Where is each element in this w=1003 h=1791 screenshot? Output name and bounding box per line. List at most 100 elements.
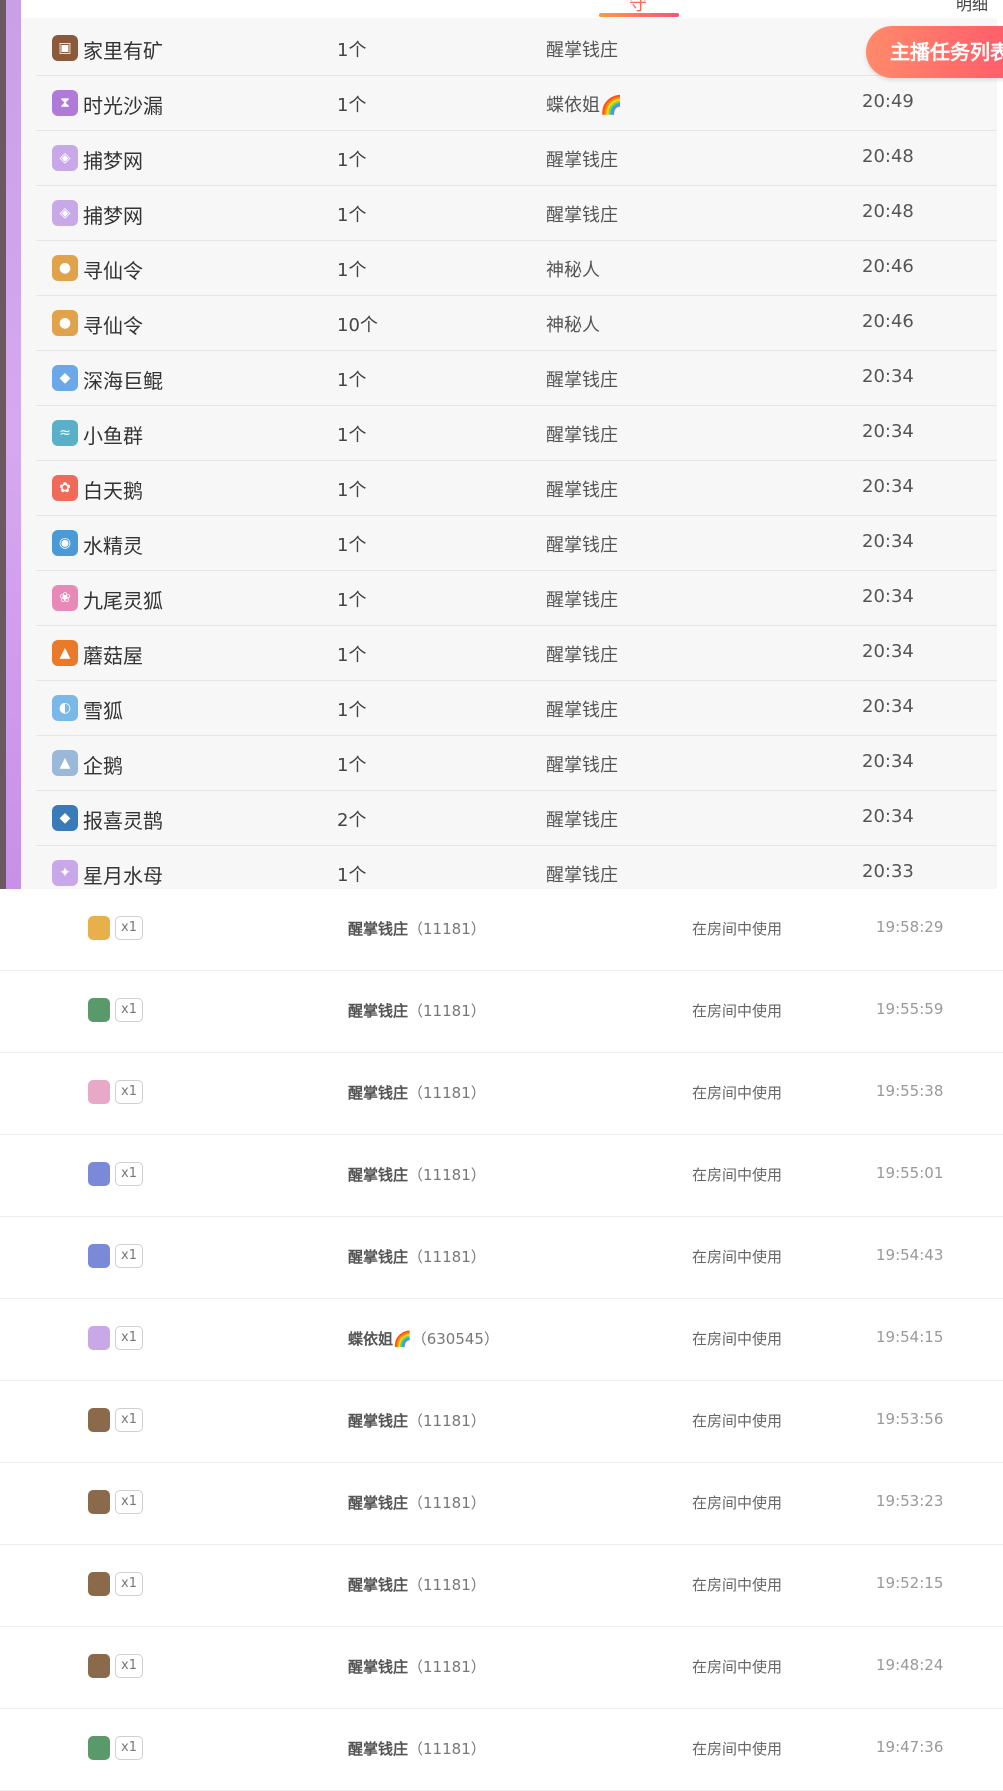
log-row[interactable]: x1 蝶依姐🌈（630545） 在房间中使用 19:54:15 (0, 1299, 1003, 1381)
log-row[interactable]: x1 醒掌钱庄（11181） 在房间中使用 19:55:01 (0, 1135, 1003, 1217)
gift-row[interactable]: ▣ 家里有矿 1个 醒掌钱庄 (36, 21, 997, 76)
gift-row[interactable]: ◈ 捕梦网 1个 醒掌钱庄 20:48 (36, 186, 997, 241)
item-count-badge: x1 (115, 1654, 143, 1678)
gift-qty: 1个 (337, 95, 367, 116)
log-user-name: 醒掌钱庄 (348, 1248, 409, 1266)
log-row[interactable]: x1 醒掌钱庄（11181） 在房间中使用 19:55:59 (0, 971, 1003, 1053)
log-user: 醒掌钱庄（11181） (348, 1410, 486, 1431)
log-row[interactable]: x1 醒掌钱庄（11181） 在房间中使用 19:53:56 (0, 1381, 1003, 1463)
castle-icon (88, 1244, 110, 1268)
gift-qty: 1个 (337, 535, 367, 556)
mushroom-house-icon: ▲ (52, 640, 78, 666)
streamer-task-list-button[interactable]: 主播任务列表 (866, 26, 1003, 78)
gift-row[interactable]: ✿ 白天鹅 1个 醒掌钱庄 20:34 (36, 461, 997, 516)
gift-name: 时光沙漏 (83, 94, 163, 118)
gift-name: 九尾灵狐 (83, 589, 163, 613)
item-count-badge: x1 (115, 1326, 143, 1350)
log-action: 在房间中使用 (692, 1248, 783, 1266)
gift-sender: 醒掌钱庄 (546, 590, 618, 611)
log-row[interactable]: x1 醒掌钱庄（11181） 在房间中使用 19:47:36 (0, 1709, 1003, 1791)
item-count-badge: x1 (115, 998, 143, 1022)
item-count-badge: x1 (115, 1490, 143, 1514)
gift-row[interactable]: ◆ 报喜灵鹊 2个 醒掌钱庄 20:34 (36, 791, 997, 846)
gift-sender: 蝶依姐🌈 (546, 95, 623, 116)
treasure-chest-icon (88, 1490, 110, 1514)
item-count-badge: x1 (115, 916, 143, 940)
gift-row[interactable]: ● 寻仙令 10个 神秘人 20:46 (36, 296, 997, 351)
gift-qty: 2个 (337, 810, 367, 831)
log-time: 19:53:56 (876, 1410, 944, 1428)
log-row[interactable]: x1 醒掌钱庄（11181） 在房间中使用 19:53:23 (0, 1463, 1003, 1545)
gift-time: 20:34 (862, 476, 914, 497)
log-user-id: （11181） (408, 1412, 486, 1430)
item-count-badge: x1 (115, 1080, 143, 1104)
gift-name: 家里有矿 (83, 39, 163, 63)
log-row[interactable]: x1 醒掌钱庄（11181） 在房间中使用 19:54:43 (0, 1217, 1003, 1299)
dreamcatcher-icon (88, 1326, 110, 1350)
log-user: 醒掌钱庄（11181） (348, 1738, 486, 1759)
gift-qty: 1个 (337, 40, 367, 61)
log-row[interactable]: x1 醒掌钱庄（11181） 在房间中使用 19:58:29 (0, 889, 1003, 971)
log-user-name: 醒掌钱庄 (348, 1166, 409, 1184)
gift-sender: 醒掌钱庄 (546, 480, 618, 501)
log-time: 19:55:59 (876, 1000, 944, 1018)
gift-row[interactable]: ✦ 星月水母 1个 醒掌钱庄 20:33 (36, 846, 997, 889)
gift-row[interactable]: ≈ 小鱼群 1个 醒掌钱庄 20:34 (36, 406, 997, 461)
log-user: 醒掌钱庄（11181） (348, 1656, 486, 1677)
gift-row[interactable]: ◆ 深海巨鲲 1个 醒掌钱庄 20:34 (36, 351, 997, 406)
gift-row[interactable]: ● 寻仙令 1个 神秘人 20:46 (36, 241, 997, 296)
log-user-id: （11181） (408, 920, 486, 938)
magpie-icon: ◆ (52, 805, 78, 831)
castle-icon (88, 1162, 110, 1186)
gift-row[interactable]: ◐ 雪狐 1个 醒掌钱庄 20:34 (36, 681, 997, 736)
gift-row[interactable]: ❀ 九尾灵狐 1个 醒掌钱庄 20:34 (36, 571, 997, 626)
log-time: 19:48:24 (876, 1656, 944, 1674)
gift-name: 白天鹅 (83, 479, 143, 503)
log-action: 在房间中使用 (692, 1576, 783, 1594)
gift-qty: 1个 (337, 865, 367, 886)
log-time: 19:53:23 (876, 1492, 944, 1510)
log-user-id: （11181） (408, 1166, 486, 1184)
gift-row[interactable]: ▲ 蘑菇屋 1个 醒掌钱庄 20:34 (36, 626, 997, 681)
fox-icon: ❀ (52, 585, 78, 611)
gift-row[interactable]: ▲ 企鹅 1个 醒掌钱庄 20:34 (36, 736, 997, 791)
log-action: 在房间中使用 (692, 1412, 783, 1430)
gift-qty: 1个 (337, 205, 367, 226)
swan-icon: ✿ (52, 475, 78, 501)
gift-time: 20:46 (862, 311, 914, 332)
gift-row[interactable]: ⧗ 时光沙漏 1个 蝶依姐🌈 20:49 (36, 76, 997, 131)
gift-time: 20:46 (862, 256, 914, 277)
gift-row[interactable]: ◈ 捕梦网 1个 醒掌钱庄 20:48 (36, 131, 997, 186)
water-spirit-icon: ◉ (52, 530, 78, 556)
item-count-badge: x1 (115, 1244, 143, 1268)
token-icon: ● (52, 255, 78, 281)
boat-icon (88, 916, 110, 940)
log-time: 19:55:01 (876, 1164, 944, 1182)
log-user-name: 醒掌钱庄 (348, 1576, 409, 1594)
log-action: 在房间中使用 (692, 1740, 783, 1758)
snow-fox-icon: ◐ (52, 695, 78, 721)
log-action: 在房间中使用 (692, 1084, 783, 1102)
hourglass-icon: ⧗ (52, 90, 78, 116)
log-row[interactable]: x1 醒掌钱庄（11181） 在房间中使用 19:48:24 (0, 1627, 1003, 1709)
gift-name: 报喜灵鹊 (83, 809, 163, 833)
tab-details[interactable]: 明细 (956, 0, 988, 15)
treasure-chest-icon: ▣ (52, 35, 78, 61)
gift-row[interactable]: ◉ 水精灵 1个 醒掌钱庄 20:34 (36, 516, 997, 571)
gift-sender: 醒掌钱庄 (546, 40, 618, 61)
log-row[interactable]: x1 醒掌钱庄（11181） 在房间中使用 19:55:38 (0, 1053, 1003, 1135)
treasure-chest-icon (88, 1654, 110, 1678)
usage-log-panel: x1 醒掌钱庄（11181） 在房间中使用 19:58:29 x1 醒掌钱庄（1… (0, 889, 1003, 1791)
log-user: 醒掌钱庄（11181） (348, 1574, 486, 1595)
log-row[interactable]: x1 醒掌钱庄（11181） 在房间中使用 19:52:15 (0, 1545, 1003, 1627)
log-user-id: （11181） (408, 1002, 486, 1020)
log-user-name: 醒掌钱庄 (348, 1740, 409, 1758)
log-user-id: （11181） (408, 1740, 486, 1758)
gift-sender: 醒掌钱庄 (546, 865, 618, 886)
log-user-id: （11181） (408, 1084, 486, 1102)
tab-active-indicator (599, 13, 679, 17)
log-user: 醒掌钱庄（11181） (348, 1164, 486, 1185)
log-user: 醒掌钱庄（11181） (348, 1082, 486, 1103)
log-time: 19:54:15 (876, 1328, 944, 1346)
gift-sender: 醒掌钱庄 (546, 150, 618, 171)
